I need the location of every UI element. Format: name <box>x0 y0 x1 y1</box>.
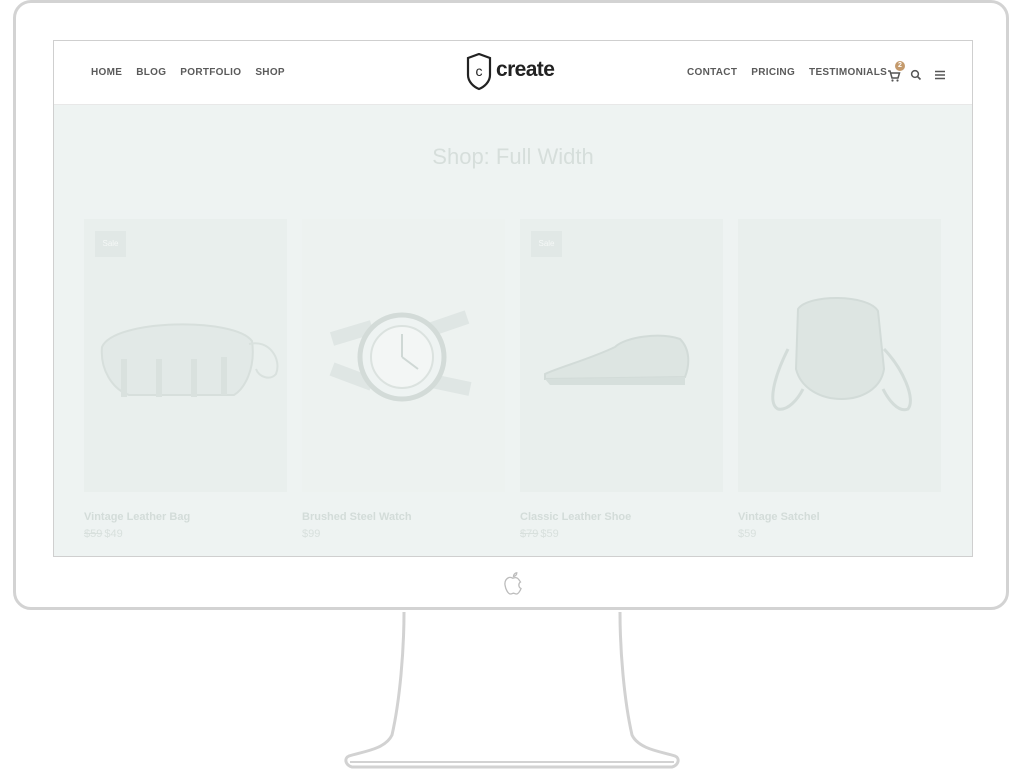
current-price: $59 <box>540 528 559 540</box>
shield-logo-icon: c <box>466 53 492 91</box>
product-price: $59 <box>738 528 756 540</box>
nav-portfolio[interactable]: PORTFOLIO <box>180 67 241 78</box>
menu-icon[interactable] <box>934 69 946 81</box>
cart-icon <box>888 70 901 82</box>
product-price: $99 <box>302 528 320 540</box>
nav-right: CONTACT PRICING TESTIMONIALS <box>687 67 887 78</box>
satchel-image <box>771 297 912 412</box>
product-name[interactable]: Vintage Leather Bag <box>84 511 190 523</box>
product-price: $59 $49 <box>84 528 123 540</box>
product-price: $79 $59 <box>520 528 559 540</box>
leather-shoe-image <box>544 334 690 385</box>
old-price: $59 <box>84 528 103 540</box>
nav-testimonials[interactable]: TESTIMONIALS <box>809 67 887 78</box>
current-price: $99 <box>302 528 321 540</box>
nav-shop[interactable]: SHOP <box>255 67 285 78</box>
current-price: $59 <box>738 528 757 540</box>
sale-badge: Sale <box>531 231 562 257</box>
product-name[interactable]: Classic Leather Shoe <box>520 511 631 523</box>
header-icons: 2 <box>887 61 946 82</box>
cart-button[interactable]: 2 <box>887 61 905 82</box>
search-icon[interactable] <box>910 69 922 81</box>
product-name[interactable]: Vintage Satchel <box>738 511 820 523</box>
steel-watch-image <box>329 310 472 402</box>
svg-text:c: c <box>476 63 483 79</box>
nav-home[interactable]: HOME <box>91 67 122 78</box>
nav-contact[interactable]: CONTACT <box>687 67 737 78</box>
nav-blog[interactable]: BLOG <box>136 67 166 78</box>
monitor-screen: HOME BLOG PORTFOLIO SHOP c create CONTAC… <box>53 40 973 557</box>
logo-text: create <box>496 58 555 81</box>
site-header: HOME BLOG PORTFOLIO SHOP c create CONTAC… <box>54 41 972 105</box>
apple-logo-icon <box>504 572 522 595</box>
product-image[interactable] <box>738 219 941 492</box>
site-logo[interactable]: c create <box>465 53 555 91</box>
product-image[interactable]: Sale <box>84 219 287 492</box>
sale-badge: Sale <box>95 231 126 257</box>
product-image[interactable]: Sale <box>520 219 723 492</box>
product-grid: Sale Vintage Leather Bag $59 $49 Brushed… <box>84 219 942 556</box>
nav-pricing[interactable]: PRICING <box>751 67 795 78</box>
current-price: $49 <box>104 528 123 540</box>
product-image[interactable] <box>302 219 505 492</box>
product-name[interactable]: Brushed Steel Watch <box>302 511 412 523</box>
page-title: Shop: Full Width <box>432 143 594 169</box>
old-price: $79 <box>520 528 539 540</box>
leather-bag-image <box>100 323 279 397</box>
nav-left: HOME BLOG PORTFOLIO SHOP <box>91 67 285 78</box>
cart-count-badge: 2 <box>895 61 905 71</box>
